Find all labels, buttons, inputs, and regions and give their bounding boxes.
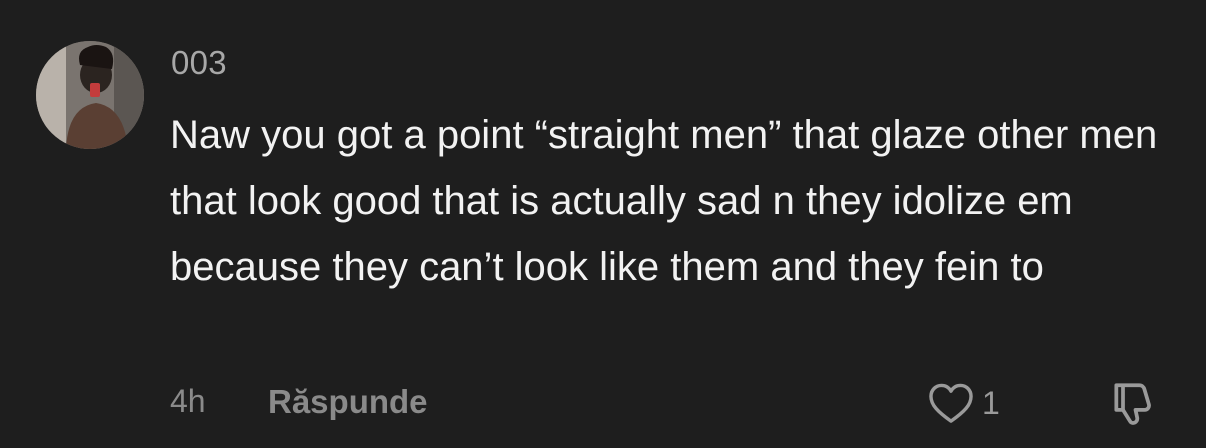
timestamp: 4h [170,383,206,419]
avatar[interactable] [36,41,144,149]
dislike-button[interactable] [1108,378,1158,428]
comment: 003 Naw you got a point “straight men” t… [0,0,1206,448]
comment-actions: 4h Răspunde 1 [0,378,1206,428]
username[interactable]: 003 [171,44,227,82]
thumbs-down-outline-icon [1114,383,1151,425]
heart-outline-icon [929,383,973,423]
like-button[interactable]: 1 [928,378,1000,428]
avatar-photo-icon [36,41,144,149]
comment-text: Naw you got a point “straight men” that … [170,113,1158,289]
like-count: 1 [982,384,1000,421]
reply-button[interactable]: Răspunde [268,383,428,421]
